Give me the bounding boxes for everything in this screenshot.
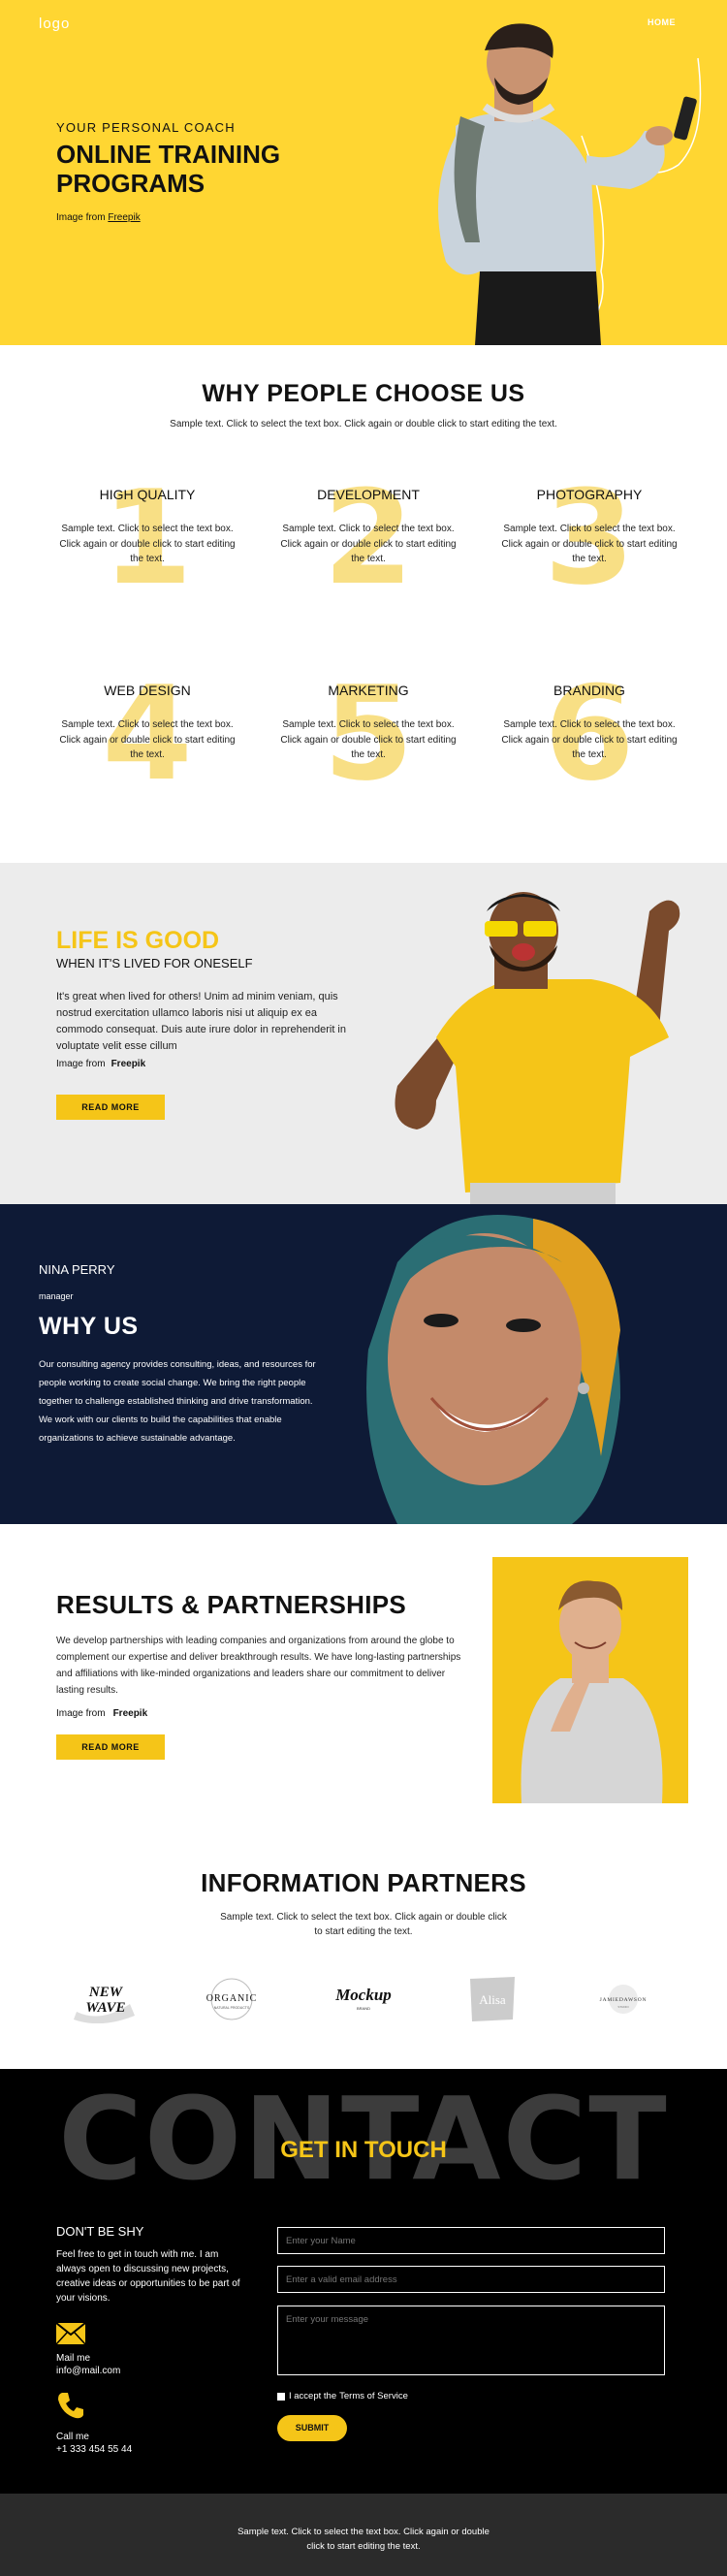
- contact-title: GET IN TOUCH: [280, 2137, 447, 2163]
- why-subtitle: Sample text. Click to select the text bo…: [170, 419, 557, 429]
- mockup-logo: Mockup BRAND: [334, 1986, 392, 2011]
- feature-title: BRANDING: [553, 683, 625, 698]
- team-member-role: manager: [39, 1291, 74, 1301]
- footer-text: Sample text. Click to select the text bo…: [237, 2527, 490, 2552]
- why-section: WHY PEOPLE CHOOSE US Sample text. Click …: [0, 345, 727, 863]
- mail-icon: [56, 2323, 85, 2344]
- name-input[interactable]: [277, 2227, 665, 2254]
- partner-logo-jamie[interactable]: JAMIEDAWSON STUDIO: [580, 1975, 667, 2023]
- results-credit-prefix: Image from: [56, 1708, 106, 1719]
- logo-line2: BRAND: [357, 2006, 370, 2011]
- feature-item: 6 BRANDING Sample text. Click to select …: [488, 669, 691, 840]
- terms-link[interactable]: Terms of Service: [339, 2391, 408, 2401]
- site-logo[interactable]: logo: [39, 16, 70, 32]
- feature-item: 1 HIGH QUALITY Sample text. Click to sel…: [46, 473, 249, 644]
- feature-text: Sample text. Click to select the text bo…: [501, 719, 678, 760]
- team-section: NINA PERRY manager WHY US Our consulting…: [0, 1204, 727, 1524]
- organic-logo: ORGANIC NATURAL PRODUCTS: [206, 1978, 258, 2020]
- results-section: RESULTS & PARTNERSHIPS We develop partne…: [0, 1524, 727, 1854]
- email-input[interactable]: [277, 2266, 665, 2293]
- contact-shy-text: Feel free to get in touch with me. I am …: [56, 2249, 240, 2304]
- call-label: Call me: [56, 2432, 89, 2442]
- feature-title: DEVELOPMENT: [317, 487, 420, 502]
- terms-checkbox-row[interactable]: I accept the Terms of Service: [277, 2391, 408, 2401]
- logo-line1: ORGANIC: [206, 1993, 258, 2004]
- feature-title: MARKETING: [328, 683, 409, 698]
- results-title: RESULTS & PARTNERSHIPS: [56, 1590, 407, 1619]
- new-wave-logo: NEW WAVE: [74, 1985, 135, 2024]
- feature-text: Sample text. Click to select the text bo…: [59, 719, 236, 760]
- logo-line1: Alisa: [479, 1992, 506, 2007]
- results-credit: Image from Freepik: [56, 1708, 147, 1719]
- submit-button[interactable]: SUBMIT: [277, 2415, 347, 2441]
- logo-line1: JAMIEDAWSON: [600, 1997, 648, 2003]
- footer: Sample text. Click to select the text bo…: [0, 2494, 727, 2576]
- partners-section: INFORMATION PARTNERS Sample text. Click …: [0, 1854, 727, 2069]
- contact-section: CONTACT GET IN TOUCH DON'T BE SHY Feel f…: [0, 2069, 727, 2494]
- terms-checkbox[interactable]: [277, 2392, 285, 2401]
- feature-item: 5 MARKETING Sample text. Click to select…: [267, 669, 470, 840]
- feature-text: Sample text. Click to select the text bo…: [280, 719, 457, 760]
- why-title: WHY PEOPLE CHOOSE US: [202, 380, 525, 407]
- feature-text: Sample text. Click to select the text bo…: [59, 524, 236, 564]
- life-section: LIFE IS GOOD WHEN IT'S LIVED FOR ONESELF…: [0, 863, 727, 1204]
- feature-item: 4 WEB DESIGN Sample text. Click to selec…: [46, 669, 249, 840]
- feature-title: PHOTOGRAPHY: [536, 487, 643, 502]
- message-textarea[interactable]: [277, 2306, 665, 2375]
- contact-shy-title: DON'T BE SHY: [56, 2224, 144, 2239]
- partners-subtitle: Sample text. Click to select the text bo…: [220, 1912, 507, 1937]
- logo-line1: NEW: [88, 1985, 124, 2000]
- partner-logo-organic[interactable]: ORGANIC NATURAL PRODUCTS: [188, 1975, 275, 2023]
- phone-icon: [58, 2393, 83, 2419]
- life-subtitle: WHEN IT'S LIVED FOR ONESELF: [56, 956, 253, 970]
- life-credit: Image from Freepik: [56, 1059, 145, 1069]
- hero-title: ONLINE TRAINING PROGRAMS: [56, 140, 281, 198]
- logo-line2: WAVE: [85, 2000, 125, 2016]
- life-credit-prefix: Image from: [56, 1059, 106, 1069]
- feature-item: 2 DEVELOPMENT Sample text. Click to sele…: [267, 473, 470, 644]
- hero-section: logo HOME YOUR PERSONAL COACH ONLINE TRA…: [0, 0, 727, 345]
- mail-label: Mail me: [56, 2353, 91, 2364]
- results-text: We develop partnerships with leading com…: [56, 1636, 461, 1696]
- logo-line2: NATURAL PRODUCTS: [214, 2006, 250, 2010]
- partners-title: INFORMATION PARTNERS: [201, 1868, 526, 1897]
- why-us-text: Our consulting agency provides consultin…: [39, 1359, 316, 1444]
- hero-credit: Image from Freepik: [56, 212, 141, 223]
- feature-text: Sample text. Click to select the text bo…: [280, 524, 457, 564]
- alisa-logo: Alisa: [470, 1977, 515, 2021]
- life-text: It's great when lived for others! Unim a…: [56, 991, 346, 1052]
- logo-line2: STUDIO: [617, 2005, 629, 2009]
- partner-logo-new-wave[interactable]: NEW WAVE: [62, 1975, 149, 2024]
- call-value[interactable]: +1 333 454 55 44: [56, 2443, 132, 2456]
- jamie-logo: JAMIEDAWSON STUDIO: [600, 1985, 648, 2014]
- results-credit-link[interactable]: Freepik: [113, 1708, 148, 1719]
- feature-text: Sample text. Click to select the text bo…: [501, 524, 678, 564]
- feature-item: 3 PHOTOGRAPHY Sample text. Click to sele…: [488, 473, 691, 644]
- partner-logo-mockup[interactable]: Mockup BRAND: [320, 1975, 407, 2023]
- results-read-more-button[interactable]: READ MORE: [56, 1734, 165, 1760]
- hero-credit-link[interactable]: Freepik: [108, 212, 140, 223]
- hero-credit-prefix: Image from: [56, 212, 106, 223]
- mail-value[interactable]: info@mail.com: [56, 2365, 120, 2377]
- hero-subtitle: YOUR PERSONAL COACH: [56, 120, 236, 135]
- hero-coach-image: [438, 23, 702, 345]
- partner-logo-alisa[interactable]: Alisa: [449, 1975, 536, 2023]
- logo-line1: Mockup: [334, 1986, 392, 2004]
- feature-title: WEB DESIGN: [104, 683, 191, 698]
- team-member-name: NINA PERRY: [39, 1262, 115, 1277]
- terms-label: I accept the: [289, 2391, 337, 2401]
- why-us-title: WHY US: [39, 1313, 139, 1340]
- smiling-man-image: [521, 1580, 663, 1803]
- team-member-photo: [366, 1215, 620, 1524]
- feature-title: HIGH QUALITY: [99, 487, 196, 502]
- life-credit-link[interactable]: Freepik: [111, 1059, 146, 1069]
- life-read-more-button[interactable]: READ MORE: [56, 1095, 165, 1120]
- life-man-image: [395, 892, 680, 1204]
- life-title: LIFE IS GOOD: [56, 927, 220, 954]
- results-photo: [492, 1557, 688, 1803]
